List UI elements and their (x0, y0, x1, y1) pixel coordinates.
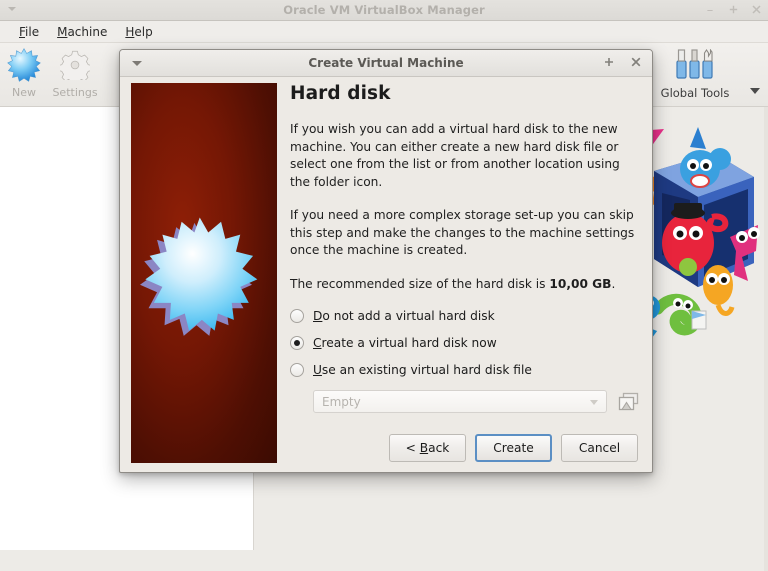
toolbar-item-global-tools[interactable]: Global Tools (648, 47, 742, 100)
menu-file[interactable]: File (10, 23, 48, 41)
virtualbox-monsters-illustration (637, 125, 768, 355)
tools-icon (648, 47, 742, 83)
radio-indicator[interactable] (290, 309, 304, 323)
radio-rest-create: reate a virtual hard disk now (321, 336, 497, 350)
back-rest: ack (428, 441, 450, 455)
cancel-button[interactable]: Cancel (561, 434, 638, 462)
radio-rest-do-not-add: o not add a virtual hard disk (322, 309, 495, 323)
radio-mnemonic-create: C (313, 336, 322, 350)
recommended-size-value: 10,00 GB (549, 276, 612, 291)
back-mnemonic: B (419, 441, 429, 455)
dialog-titlebar: Create Virtual Machine (120, 50, 652, 77)
content-right-edge (764, 107, 768, 571)
existing-disk-combobox-value: Empty (322, 394, 361, 409)
existing-disk-combobox[interactable]: Empty (313, 390, 607, 413)
toolbar-label-global-tools: Global Tools (660, 86, 730, 100)
maximize-icon (729, 5, 737, 13)
close-button[interactable] (750, 4, 762, 17)
chevron-down-icon (590, 400, 598, 405)
window-controls: – (704, 0, 762, 21)
wizard-banner-image (131, 83, 277, 463)
menu-help[interactable]: Help (116, 23, 161, 41)
radio-mnemonic-use: U (313, 363, 322, 377)
create-button[interactable]: Create (475, 434, 552, 462)
wizard-content: Hard disk If you wish you can add a virt… (290, 83, 642, 413)
radio-use-existing-disk[interactable]: Use an existing virtual hard disk file (290, 363, 642, 377)
plus-icon (604, 58, 613, 66)
page-title: Hard disk (290, 83, 391, 104)
screen: Oracle VM VirtualBox Manager – File Mach… (0, 0, 768, 571)
radio-label-use-existing-disk: Use an existing virtual hard disk file (313, 363, 532, 377)
dialog-maximize-button[interactable] (602, 57, 615, 70)
toolbar-item-settings[interactable]: Settings (46, 47, 104, 99)
description-paragraph-2: If you need a more complex storage set-u… (290, 208, 635, 257)
dialog-close-button[interactable] (629, 57, 642, 70)
close-icon (751, 4, 761, 14)
starburst-graphic (140, 217, 258, 336)
recommended-size-text: The recommended size of the hard disk is… (290, 276, 642, 294)
back-button[interactable]: < Back (389, 434, 466, 462)
toolbar-label-settings: Settings (52, 86, 98, 99)
menu-machine-mnemonic: M (57, 24, 68, 39)
dialog-footer: < Back Create Cancel (120, 434, 652, 462)
menu-machine-rest: achine (67, 24, 108, 39)
open-folder-icon (618, 392, 638, 411)
menu-help-rest: elp (134, 24, 153, 39)
radio-label-do-not-add-disk: Do not add a virtual hard disk (313, 309, 495, 323)
menu-machine[interactable]: Machine (48, 23, 116, 41)
gear-icon (46, 47, 104, 83)
menubar: File Machine Help (0, 21, 768, 43)
recommended-prefix: The recommended size of the hard disk is (290, 276, 550, 291)
description-paragraph-1: If you wish you can add a virtual hard d… (290, 122, 620, 189)
global-tools-chevron-down-icon[interactable] (750, 88, 760, 94)
radio-create-disk-now[interactable]: Create a virtual hard disk now (290, 336, 642, 350)
minimize-button[interactable]: – (704, 4, 716, 17)
close-icon (631, 57, 640, 67)
radio-mnemonic-do-not-add: D (313, 309, 323, 323)
maximize-button[interactable] (727, 5, 739, 17)
radio-indicator[interactable] (290, 363, 304, 377)
main-window-titlebar: Oracle VM VirtualBox Manager – (0, 0, 768, 21)
dialog-window-controls (602, 50, 642, 77)
window-title: Oracle VM VirtualBox Manager (283, 3, 485, 17)
recommended-suffix: . (611, 276, 616, 291)
dialog-title: Create Virtual Machine (308, 56, 464, 70)
choose-disk-file-button[interactable] (617, 391, 639, 413)
existing-disk-row: Empty (313, 390, 642, 413)
radio-indicator[interactable] (290, 336, 304, 350)
radio-label-create-disk-now: Create a virtual hard disk now (313, 336, 497, 350)
radio-do-not-add-disk[interactable]: Do not add a virtual hard disk (290, 309, 642, 323)
create-virtual-machine-dialog: Create Virtual Machine Hard disk If you … (119, 49, 653, 473)
radio-rest-use: se an existing virtual hard disk file (321, 363, 532, 377)
menu-file-rest: ile (25, 24, 40, 39)
